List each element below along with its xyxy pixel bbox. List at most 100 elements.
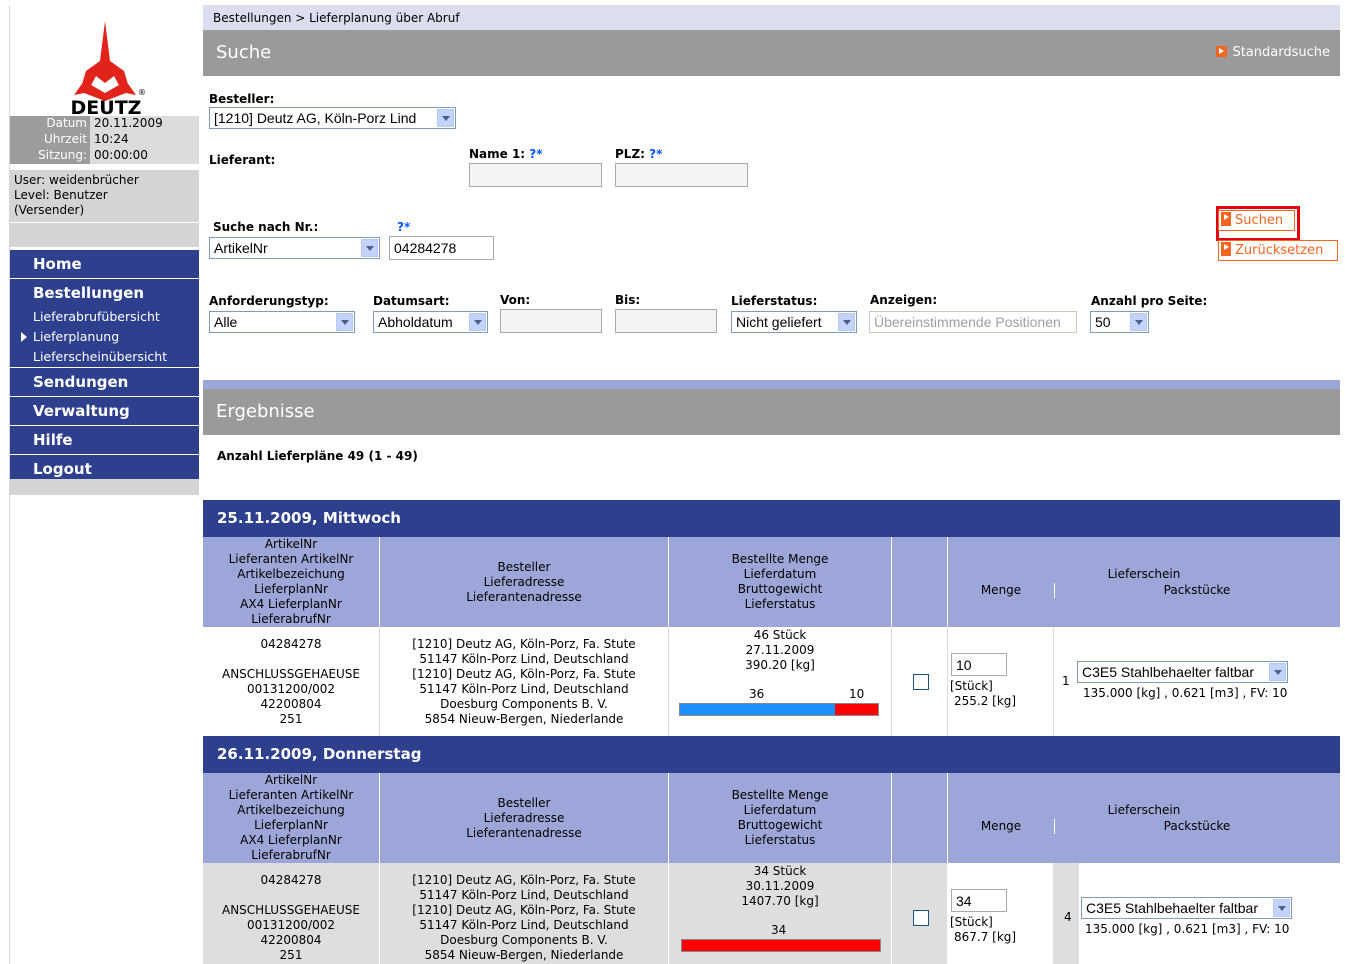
anforderungstyp-label: Anforderungstyp: [209,294,329,308]
results-header: Ergebnisse [203,389,1340,435]
user-level: Level: Benutzer [14,188,108,202]
suche-nr-type-select[interactable]: ArtikelNr [209,237,380,259]
packstuecke-cell: 4 C3E5 Stahlbehaelter faltbar 135.000 [k… [1054,863,1340,964]
name1-input[interactable] [469,163,602,187]
besteller-select[interactable]: [1210] Deutz AG, Köln-Porz Lind [209,107,456,129]
nav-home[interactable]: Home [10,250,199,279]
nav-lieferplanung[interactable]: Lieferplanung [10,327,199,347]
anforderungstyp-select[interactable]: Alle [209,311,355,333]
col-lieferschein-header: Lieferschein Menge Packstücke [948,773,1340,863]
table-row: 04284278 ANSCHLUSSGEHAEUSE 00131200/002 42… [203,863,1340,964]
table-header: ArtikelNr Lieferanten ArtikelNr Artikelbez… [203,773,1340,863]
col-select-header [892,537,948,627]
delivery-status-bar: 34 [681,923,881,953]
lieferstatus-select[interactable]: Nicht geliefert [731,311,857,333]
bar-red-label: 10 [849,687,865,701]
section-divider [203,380,1340,389]
col-artikel-header: ArtikelNr Lieferanten ArtikelNr Artikelbez… [203,773,380,863]
datumsart-select[interactable]: Abholdatum [373,311,488,333]
von-label: Von: [500,293,531,307]
user-role: (Versender) [14,203,85,217]
bar-red-label: 34 [771,923,787,937]
time-label: Uhrzeit [10,132,90,148]
standard-search-link[interactable]: Standardsuche [1216,30,1330,76]
bis-label: Bis: [615,293,641,307]
chevron-down-icon [437,109,454,127]
row-checkbox[interactable] [913,674,929,690]
bar-delivered-segment [680,704,835,715]
ls-menge-input[interactable]: 10 [951,653,1007,676]
nav-menu: Home Bestellungen Lieferabrufübersicht L… [10,250,199,484]
address-cell: [1210] Deutz AG, Köln-Porz, Fa. Stute 511… [380,627,669,736]
col-menge-header: Bestellte Menge Lieferdatum Bruttogewicht L… [669,537,892,627]
delivery-status-bar: 36 10 [679,687,879,717]
table-row: 04284278 ANSCHLUSSGEHAEUSE 00131200/002 42… [203,627,1340,736]
sidebar-footer [10,479,199,495]
wildcard-help-link[interactable]: ?* [649,147,662,161]
nav-hilfe[interactable]: Hilfe [10,426,199,455]
chevron-down-icon [469,313,486,331]
bis-input[interactable] [615,309,717,333]
chevron-down-icon [1130,313,1147,331]
user-info: User: weidenbrücher Level: Benutzer (Ver… [10,170,199,222]
anzeigen-select: Übereinstimmende Positionen [869,311,1077,333]
wildcard-help-link[interactable]: ?* [529,147,542,161]
time-value: 10:24 [90,132,199,148]
sidebar-spacer [10,223,199,247]
nav-lieferscheinuebersicht[interactable]: Lieferscheinübersicht [10,347,199,368]
table-header: ArtikelNr Lieferanten ArtikelNr Artikelbez… [203,537,1340,627]
breadcrumb: Bestellungen > Lieferplanung über Abruf [203,5,1340,30]
search-header: Suche Standardsuche [203,30,1340,76]
nav-sendungen[interactable]: Sendungen [10,368,199,397]
deutz-logo: ® DEUTZ [71,21,146,117]
arrow-icon [1221,242,1231,256]
anzahl-select[interactable]: 50 [1090,311,1149,333]
plz-input[interactable] [615,163,748,187]
besteller-label: Besteller: [209,92,275,106]
col-select-header [892,773,948,863]
col-menge-header: Bestellte Menge Lieferdatum Bruttogewicht L… [669,773,892,863]
results-title: Ergebnisse [216,401,315,422]
bar-open-segment [834,704,878,715]
col-lieferschein-header: Lieferschein Menge Packstücke [948,537,1340,627]
date-value: 20.11.2009 [90,116,199,132]
address-cell: [1210] Deutz AG, Köln-Porz, Fa. Stute 511… [380,863,669,964]
ls-menge-cell: 34 [Stück] 867.7 [kg] [948,863,1054,964]
wildcard-help-link[interactable]: ?* [397,220,410,234]
name1-label: Name 1: ?* [469,147,543,161]
lieferstatus-label: Lieferstatus: [731,294,818,308]
pack-type-select[interactable]: C3E5 Stahlbehaelter faltbar [1077,661,1288,683]
nav-verwaltung[interactable]: Verwaltung [10,397,199,426]
arrow-icon [1221,212,1231,226]
reset-button[interactable]: Zurücksetzen [1218,240,1338,261]
plz-label: PLZ: ?* [615,147,663,161]
pack-type-select[interactable]: C3E5 Stahlbehaelter faltbar [1081,897,1292,919]
bar-open-segment [682,940,880,951]
suche-nr-label: Suche nach Nr.: [213,220,319,234]
artikel-cell: 04284278 ANSCHLUSSGEHAEUSE 00131200/002 42… [203,627,380,736]
suche-nr-input[interactable]: 04284278 [389,236,494,260]
chevron-down-icon [838,313,855,331]
svg-text:®: ® [138,88,146,97]
ls-menge-cell: 10 [Stück] 255.2 [kg] [948,627,1054,736]
suchen-button[interactable]: Suchen [1218,210,1295,231]
select-cell [892,627,948,736]
von-input[interactable] [500,309,602,333]
day-header: 25.11.2009, Mittwoch [203,500,1340,537]
col-besteller-header: Besteller Lieferadresse Lieferantenadresse [380,537,669,627]
chevron-down-icon [1273,899,1290,917]
day-header: 26.11.2009, Donnerstag [203,736,1340,773]
user-name: User: weidenbrücher [14,173,139,187]
quantity-cell: 34 Stück 30.11.2009 1407.70 [kg] 34 [669,863,892,964]
search-title: Suche [216,42,272,63]
anzahl-label: Anzahl pro Seite: [1091,294,1208,308]
ls-menge-input[interactable]: 34 [951,889,1007,912]
nav-bestellungen[interactable]: Bestellungen [10,279,199,307]
nav-lieferabrufuebersicht[interactable]: Lieferabrufübersicht [10,307,199,327]
chevron-down-icon [336,313,353,331]
arrow-icon [1216,46,1228,57]
session-info: Datum 20.11.2009 Uhrzeit 10:24 Sitzung: 00:… [10,116,199,164]
chevron-down-icon [361,239,378,257]
row-checkbox[interactable] [913,910,929,926]
logo-text: DEUTZ [71,97,142,117]
